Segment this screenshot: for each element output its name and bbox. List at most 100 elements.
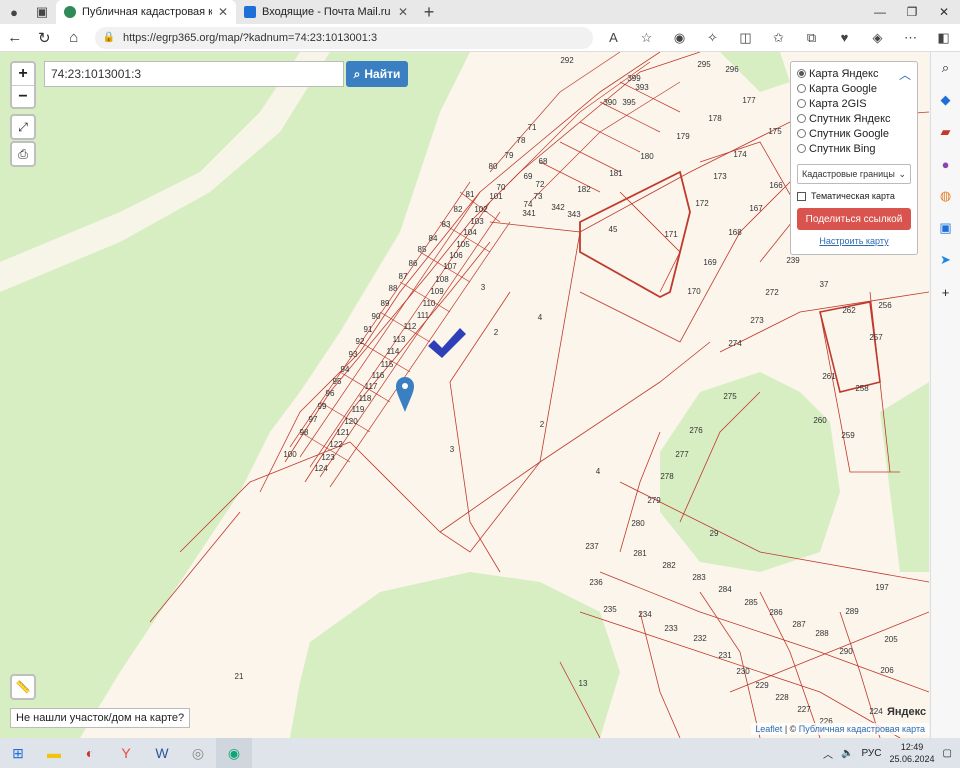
favorite-star-icon[interactable]: ☆ — [630, 24, 663, 52]
parcel-label: 273 — [750, 316, 764, 325]
clock[interactable]: 12:49 25.06.2024 — [890, 741, 935, 765]
cadastral-search-input[interactable]: 74:23:1013001:3 — [44, 61, 344, 87]
yandex-browser-icon[interactable]: Y — [108, 738, 144, 768]
print-icon[interactable]: ⎙ — [10, 141, 36, 167]
briefcase-icon[interactable]: ▰ — [936, 122, 956, 142]
extension-icon[interactable]: ◉ — [663, 24, 696, 52]
layer-label: Карта 2GIS — [809, 97, 867, 110]
parcel-label: 4 — [596, 467, 601, 476]
favorites-icon[interactable]: ✩ — [762, 24, 795, 52]
parcel-label: 89 — [381, 299, 390, 308]
collapse-icon[interactable]: ︿ — [899, 66, 911, 83]
start-icon[interactable]: ⊞ — [0, 738, 36, 768]
person-icon[interactable]: ● — [936, 154, 956, 174]
outlook-icon[interactable]: ▣ — [936, 218, 956, 238]
word-icon[interactable]: W — [144, 738, 180, 768]
parcel-label: 290 — [839, 647, 853, 656]
parcel-label: 283 — [692, 573, 706, 582]
parcel-label: 101 — [489, 192, 503, 201]
layer-option-2gis[interactable]: Карта 2GIS — [797, 96, 911, 111]
minimize-icon[interactable]: — — [864, 0, 896, 24]
notifications-icon[interactable]: ▢ — [943, 748, 952, 759]
collections-icon[interactable]: ⧉ — [795, 24, 828, 52]
thematic-label: Тематическая карта — [811, 191, 895, 201]
radio-icon[interactable] — [797, 99, 806, 108]
pkk-link[interactable]: Публичная кадастровая карта — [799, 724, 925, 734]
parcel-label: 119 — [352, 405, 365, 414]
clock-date: 25.06.2024 — [889, 754, 935, 764]
location-marker-icon[interactable] — [396, 377, 414, 412]
layer-label: Спутник Google — [809, 127, 889, 140]
radio-icon[interactable] — [797, 114, 806, 123]
layer-option-bing-sat[interactable]: Спутник Bing — [797, 141, 911, 156]
read-aloud-icon[interactable]: A — [597, 24, 630, 52]
new-tab-icon[interactable]: + — [416, 0, 442, 24]
layer-option-yandex-sat[interactable]: Спутник Яндекс — [797, 111, 911, 126]
restore-icon[interactable]: ❐ — [896, 0, 928, 24]
ruler-icon[interactable]: 📏 — [10, 674, 36, 700]
tab-actions-icon[interactable]: ▣ — [28, 0, 56, 24]
zoom-in-button[interactable]: + — [12, 63, 34, 85]
setup-map-link[interactable]: Настроить карту — [797, 236, 911, 246]
back-icon[interactable]: ← — [0, 24, 30, 52]
radio-icon[interactable] — [797, 84, 806, 93]
refresh-icon[interactable]: ↻ — [30, 24, 60, 52]
radio-icon[interactable] — [797, 129, 806, 138]
parcel-label: 90 — [372, 312, 381, 321]
share-link-button[interactable]: Поделиться ссылкой — [797, 208, 911, 230]
radio-icon[interactable] — [797, 69, 806, 78]
layer-option-yandex-map[interactable]: Карта Яндекс — [797, 66, 911, 81]
volume-icon[interactable]: 🔈 — [841, 748, 853, 759]
not-found-link[interactable]: Не нашли участок/дом на карте? — [10, 708, 191, 728]
parcel-label: 3 — [450, 445, 455, 454]
puzzle-icon[interactable]: ✧ — [696, 24, 729, 52]
layer-option-google-sat[interactable]: Спутник Google — [797, 126, 911, 141]
add-icon[interactable]: + — [936, 282, 956, 302]
parcel-label: 71 — [528, 123, 537, 132]
send-icon[interactable]: ➤ — [936, 250, 956, 270]
more-icon[interactable]: ⋯ — [894, 24, 927, 52]
close-tab-icon[interactable]: ✕ — [398, 5, 408, 19]
home-icon[interactable]: ⌂ — [59, 24, 89, 52]
language-indicator[interactable]: РУС — [861, 748, 881, 759]
performance-icon[interactable]: ♥ — [828, 24, 861, 52]
file-explorer-icon[interactable]: ▬ — [36, 738, 72, 768]
tab-title: Входящие - Почта Mail.ru — [262, 6, 391, 18]
parcel-label: 3 — [481, 283, 486, 292]
leaflet-link[interactable]: Leaflet — [755, 724, 782, 734]
close-window-icon[interactable]: ✕ — [928, 0, 960, 24]
parcel-label: 288 — [815, 629, 829, 638]
edge-sidebar: ⌕ ◆ ▰ ● ◍ ▣ ➤ + — [930, 52, 960, 738]
split-screen-icon[interactable]: ◫ — [729, 24, 762, 52]
search-icon[interactable]: ⌕ — [936, 58, 956, 78]
parcel-label: 100 — [283, 450, 297, 459]
layer-option-google-map[interactable]: Карта Google — [797, 81, 911, 96]
radio-icon[interactable] — [797, 144, 806, 153]
parcel-label: 233 — [664, 624, 678, 633]
tab-mail[interactable]: Входящие - Почта Mail.ru ✕ — [236, 0, 416, 24]
find-button[interactable]: ⌕ Найти — [346, 61, 408, 87]
checkbox-icon[interactable] — [797, 191, 806, 201]
tab-cadastral-map[interactable]: Публичная кадастровая карта ✕ — [56, 0, 236, 24]
parcel-label: 174 — [733, 150, 747, 159]
sidebar-toggle-icon[interactable]: ◧ — [927, 24, 960, 52]
ccleaner-icon[interactable]: ◐ — [72, 738, 108, 768]
yandex-logo: Яндекс — [887, 706, 927, 718]
tag-icon[interactable]: ◆ — [936, 90, 956, 110]
cadastral-map[interactable]: 3 4 2 2 3 4 21 13 29 45 181 180 182 179 178 177 175 174 17… — [0, 52, 929, 738]
parcel-label: 73 — [534, 192, 543, 201]
parcel-label: 175 — [768, 127, 782, 136]
thematic-map-toggle[interactable]: Тематическая карта — [797, 191, 911, 201]
edge-icon[interactable]: ◉ — [216, 738, 252, 768]
app-icon[interactable]: ◎ — [180, 738, 216, 768]
chevron-up-icon[interactable]: ︿ — [823, 746, 833, 761]
copilot-icon[interactable]: ◍ — [936, 186, 956, 206]
close-tab-icon[interactable]: ✕ — [218, 5, 228, 19]
url-field[interactable]: 🔒 https://egrp365.org/map/?kadnum=74:23:… — [94, 26, 593, 49]
overlay-select[interactable]: Кадастровые границы ⌄ — [797, 164, 911, 184]
browser-essentials-icon[interactable]: ◈ — [861, 24, 894, 52]
parcel-label: 98 — [300, 428, 309, 437]
fullscreen-icon[interactable]: ⤢ — [10, 114, 36, 140]
zoom-out-button[interactable]: − — [12, 85, 34, 107]
profile-icon[interactable]: ● — [0, 0, 28, 24]
